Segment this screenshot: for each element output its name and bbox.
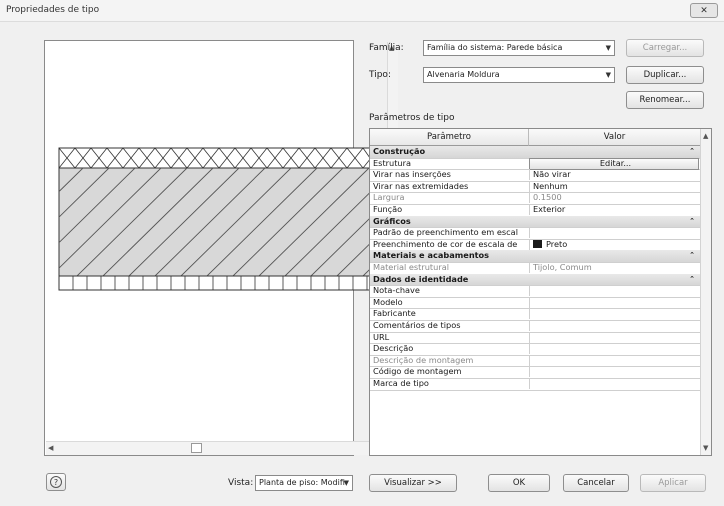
chevron-up-icon[interactable]: ⌃ [689, 216, 695, 227]
parameter-value-text: Tijolo, Comum [533, 262, 592, 272]
preview-button[interactable]: Visualizar >> [369, 474, 457, 492]
parameter-value-text: Nenhum [533, 180, 568, 191]
preview-horizontal-scrollbar[interactable]: ◀ ▶ [46, 441, 386, 455]
parameter-name: Virar nas inserções [373, 169, 451, 180]
parameter-name: Descrição [373, 343, 414, 354]
parameter-name: Preenchimento de cor de escala de [373, 238, 518, 249]
group-label: Dados de identidade [373, 273, 469, 284]
parameter-value[interactable] [529, 227, 698, 239]
parameter-value[interactable] [529, 285, 698, 297]
parameter-value[interactable] [529, 354, 698, 366]
parameter-value[interactable]: Tijolo, Comum [529, 262, 698, 273]
arrow-up-icon[interactable]: ▲ [703, 132, 708, 140]
title-bar: Propriedades de tipo ✕ [0, 0, 724, 22]
parameter-name: Padrão de preenchimento em escal [373, 227, 518, 238]
column-header-parameter[interactable]: Parâmetro [370, 129, 529, 146]
help-button[interactable]: ? [46, 473, 66, 491]
window-title: Propriedades de tipo [6, 5, 100, 15]
arrow-left-icon[interactable]: ◀ [48, 444, 53, 452]
parameter-name: Comentários de tipos [373, 320, 461, 330]
question-icon: ? [50, 476, 62, 488]
parameter-name: Fabricante [373, 308, 416, 319]
chevron-down-icon: ▼ [605, 71, 611, 79]
parameter-value-text: Não virar [533, 169, 571, 180]
parameter-name: Material estrutural [373, 262, 449, 272]
grid-parameter-row[interactable]: Marca de tipo [370, 378, 700, 391]
parameter-value[interactable] [529, 320, 698, 331]
column-header-value[interactable]: Valor [529, 129, 700, 146]
parameter-name: Estrutura [373, 157, 411, 168]
cancel-button[interactable]: Cancelar [563, 474, 629, 492]
duplicate-button[interactable]: Duplicar... [626, 66, 704, 84]
edit-structure-button[interactable]: Editar... [529, 157, 699, 170]
parameter-value-text: Exterior [533, 204, 566, 214]
parameter-value-text: Preto [546, 238, 568, 249]
parameter-name: Função [373, 204, 403, 214]
parameter-name: Largura [373, 192, 405, 203]
parameter-name: Nota-chave [373, 285, 420, 296]
type-value: Alvenaria Moldura [427, 70, 500, 79]
parameter-value[interactable]: Preto [529, 238, 698, 250]
preview-panel: ▲ ▼ ◀ ▶ [44, 40, 398, 456]
parameter-value[interactable] [529, 331, 698, 343]
parameter-name: Virar nas extremidades [373, 180, 469, 191]
parameter-name: Código de montagem [373, 366, 462, 377]
wall-section-preview [58, 147, 379, 291]
close-button[interactable]: ✕ [690, 3, 718, 18]
apply-button[interactable]: Aplicar [640, 474, 706, 492]
chevron-up-icon[interactable]: ⌃ [689, 274, 695, 285]
type-parameters-grid: Parâmetro Valor Construção ⌃ Estrutura Edit… [369, 128, 712, 456]
family-label: Família: [369, 43, 404, 53]
parameter-value[interactable]: 0.1500 [529, 192, 698, 204]
rename-button[interactable]: Renomear... [626, 91, 704, 109]
parameter-value[interactable]: Não virar [529, 169, 698, 181]
family-value: Família do sistema: Parede básica [427, 43, 563, 52]
parameter-value-text: Editar... [599, 157, 632, 168]
arrow-down-icon[interactable]: ▼ [703, 444, 708, 452]
view-select[interactable]: Planta de piso: Modifi ▼ [255, 475, 353, 491]
parameter-value[interactable] [529, 366, 698, 378]
parameter-value[interactable]: Nenhum [529, 180, 698, 192]
type-parameters-label: Parâmetros de tipo [369, 113, 455, 123]
view-value: Planta de piso: Modifi [259, 478, 345, 487]
chevron-up-icon[interactable]: ⌃ [689, 250, 695, 261]
parameter-value[interactable]: Exterior [529, 204, 698, 215]
view-label: Vista: [228, 478, 254, 488]
group-label: Gráficos [373, 215, 411, 226]
svg-text:?: ? [54, 478, 58, 487]
type-select[interactable]: Alvenaria Moldura ▼ [423, 67, 615, 83]
chevron-up-icon[interactable]: ⌃ [689, 146, 695, 157]
family-select[interactable]: Família do sistema: Parede básica ▼ [423, 40, 615, 56]
parameter-value[interactable] [529, 308, 698, 320]
load-button[interactable]: Carregar... [626, 39, 704, 57]
parameter-name: URL [373, 331, 390, 342]
group-label: Construção [373, 146, 426, 156]
horizontal-scroll-thumb[interactable] [191, 443, 202, 453]
chevron-down-icon: ▼ [605, 44, 611, 52]
ok-button[interactable]: OK [488, 474, 550, 492]
parameter-value[interactable] [529, 378, 698, 389]
parameter-value[interactable] [529, 343, 698, 355]
grid-vertical-scrollbar[interactable]: ▲ ▼ [700, 129, 711, 455]
parameter-value[interactable] [529, 296, 698, 308]
type-label: Tipo: [369, 70, 391, 80]
parameter-value-text: 0.1500 [533, 192, 562, 203]
parameter-name: Descrição de montagem [373, 354, 474, 365]
color-swatch [533, 239, 542, 248]
close-icon: ✕ [700, 6, 708, 16]
group-label: Materiais e acabamentos [373, 250, 490, 261]
parameter-name: Modelo [373, 296, 403, 307]
parameter-name: Marca de tipo [373, 378, 429, 388]
chevron-down-icon: ▼ [343, 479, 349, 487]
